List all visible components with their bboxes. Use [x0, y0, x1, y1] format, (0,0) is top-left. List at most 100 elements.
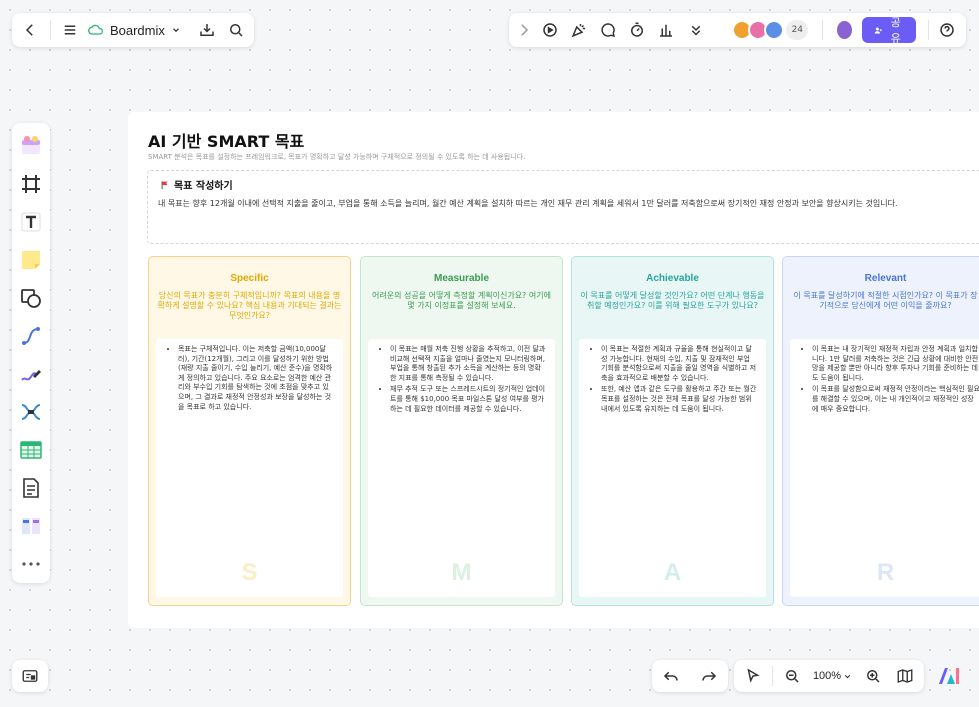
app-name: Boardmix — [109, 22, 165, 38]
mindmap-tool[interactable] — [12, 393, 50, 431]
card-question: 이 목표를 달성하기에 적절한 시점인가요? 이 목표가 장기적으로 당신에게 … — [793, 291, 978, 310]
card-title: Measurable — [433, 273, 490, 284]
text-tool[interactable] — [12, 203, 50, 241]
avatar — [764, 20, 785, 40]
cloud-icon — [88, 24, 103, 35]
map-view-icon[interactable] — [890, 661, 920, 691]
ai-logo-icon — [939, 668, 959, 684]
mindmap-icon — [21, 404, 41, 420]
list-item: 이 목표는 매월 저축 진행 상황을 추적하고, 이전 달과 비교해 선택적 지… — [390, 345, 547, 383]
zoom-in-icon[interactable] — [858, 661, 888, 691]
minimap-icon — [22, 670, 38, 682]
top-left-toolbar: Boardmix — [12, 13, 254, 47]
list-item: 이 목표는 내 장기적인 재정적 자립과 안정 계획과 일치합니다. 1만 달러… — [812, 345, 979, 383]
templates-tool[interactable] — [12, 127, 50, 165]
card-question: 이 목표를 어떻게 달성할 것인가요? 어떤 단계나 행동을 취할 예정인가요?… — [580, 291, 765, 310]
card-watermark-letter: M — [451, 559, 472, 586]
pen-icon — [21, 370, 41, 381]
table-icon — [20, 441, 42, 459]
select-cursor-icon[interactable] — [738, 661, 768, 691]
card-question: 당신의 목표가 충분히 구체적입니까? 목표의 내용을 명확하게 설명할 수 있… — [157, 291, 342, 320]
smart-goal-board[interactable]: AI 기반 SMART 목표 SMART 분석은 목표를 설정하는 프레임워크로… — [128, 112, 979, 628]
card-watermark-letter: S — [241, 559, 258, 586]
templates-icon — [22, 136, 40, 154]
divider — [927, 20, 929, 40]
top-right-toolbar: 24 공유 — [509, 13, 966, 47]
document-icon — [23, 478, 39, 498]
zoom-level: 100% — [812, 670, 842, 682]
list-item: 목표는 구체적입니다. 이는 저축할 금액(10,000달러), 기간(12개월… — [178, 345, 335, 412]
search-icon[interactable] — [224, 15, 248, 45]
download-icon[interactable] — [195, 15, 219, 45]
card-title: Relevant — [864, 273, 907, 284]
list-item: 또한, 예산 앱과 같은 도구를 활용하고 주간 또는 월간 목표를 설정하는 … — [601, 385, 758, 414]
chevron-down-icon — [844, 674, 851, 678]
sticky-note-tool[interactable] — [12, 241, 50, 279]
frame-tool[interactable] — [12, 165, 50, 203]
collaborator-avatars[interactable]: 24 — [732, 20, 809, 40]
card-watermark-letter: R — [876, 559, 895, 586]
chevron-down-icon — [172, 28, 179, 33]
file-name-dropdown[interactable]: Boardmix — [88, 23, 181, 38]
more-double-chevron-icon[interactable] — [683, 15, 708, 45]
card-title: Achievable — [646, 273, 699, 284]
goal-text[interactable]: 내 목표는 향후 12개월 이내에 선택적 지출을 줄이고, 부업을 통해 소득… — [158, 198, 977, 209]
card-achievable[interactable]: Achievable 이 목표를 어떻게 달성할 것인가요? 어떤 단계나 행동… — [571, 256, 774, 606]
share-button[interactable]: 공유 — [862, 16, 916, 45]
help-icon[interactable] — [935, 15, 960, 45]
kanban-icon — [22, 518, 40, 534]
minimap-toggle[interactable] — [12, 660, 48, 692]
shape-tool[interactable] — [12, 279, 50, 317]
card-question: 어려운의 성공을 어떻게 측정할 계획이신가요? 여기에 몇 가지 이정표를 설… — [372, 291, 551, 310]
connector-icon — [22, 327, 40, 345]
zoom-out-icon[interactable] — [777, 661, 807, 691]
avatar-count-badge: 24 — [786, 20, 809, 40]
card-relevant[interactable]: Relevant 이 목표를 달성하기에 적절한 시점인가요? 이 목표가 장기… — [782, 256, 979, 606]
divider — [49, 20, 51, 40]
list-item: 이 목표를 달성함으로써 재정적 안정이라는 핵심적인 필요를 해결할 수 있으… — [812, 385, 979, 414]
kanban-tool[interactable] — [12, 507, 50, 545]
card-title: Specific — [230, 273, 269, 284]
timer-icon[interactable] — [625, 15, 650, 45]
share-button-label: 공유 — [890, 16, 901, 45]
frame-icon — [22, 175, 40, 193]
present-play-icon[interactable] — [537, 15, 562, 45]
card-watermark-letter: A — [663, 559, 682, 586]
card-measurable[interactable]: Measurable 어려운의 성공을 어떻게 측정할 계획이신가요? 여기에 … — [360, 256, 563, 606]
divider — [822, 20, 824, 40]
table-tool[interactable] — [12, 431, 50, 469]
redo-icon[interactable] — [694, 661, 724, 691]
connector-tool[interactable] — [12, 317, 50, 355]
flag-icon — [161, 180, 168, 189]
back-icon[interactable] — [18, 15, 42, 45]
comment-icon[interactable] — [595, 15, 620, 45]
shape-icon — [21, 289, 41, 308]
undo-icon[interactable] — [656, 661, 686, 691]
chevron-right-icon[interactable] — [515, 15, 533, 45]
document-tool[interactable] — [12, 469, 50, 507]
current-user-avatar[interactable] — [835, 19, 855, 41]
goal-heading: 목표 작성하기 — [160, 177, 977, 192]
more-tools[interactable] — [12, 545, 50, 583]
boardmix-ai-logo[interactable] — [932, 660, 966, 692]
text-icon — [21, 212, 41, 232]
pen-tool[interactable] — [12, 355, 50, 393]
board-subtitle: SMART 분석은 목표를 설정하는 프레임워크로, 목표가 명확하고 달성 가… — [148, 153, 526, 161]
divider — [771, 666, 773, 686]
sticky-note-icon — [22, 251, 40, 269]
vote-icon[interactable] — [654, 15, 679, 45]
list-item: 이 목표는 적절한 계획과 규율을 통해 현실적이고 달성 가능합니다. 현재의… — [601, 345, 758, 383]
left-tool-sidebar — [12, 123, 50, 583]
board-title: AI 기반 SMART 목표 — [148, 132, 305, 151]
list-item: 재무 추적 도구 또는 스프레드시트의 정기적인 업데이트를 통해 $10,00… — [390, 385, 547, 414]
goal-heading-text: 목표 작성하기 — [174, 181, 233, 192]
celebrate-icon[interactable] — [566, 15, 591, 45]
zoom-bar: 100% — [734, 660, 924, 692]
undo-redo-bar — [652, 660, 728, 692]
goal-writing-box[interactable]: 목표 작성하기 내 목표는 향후 12개월 이내에 선택적 지출을 줄이고, 부… — [147, 170, 979, 244]
add-user-icon — [875, 26, 883, 34]
menu-icon[interactable] — [58, 15, 82, 45]
more-horizontal-icon — [22, 562, 40, 566]
zoom-level-dropdown[interactable]: 100% — [809, 670, 856, 682]
card-specific[interactable]: Specific 당신의 목표가 충분히 구체적입니까? 목표의 내용을 명확하… — [148, 256, 351, 606]
